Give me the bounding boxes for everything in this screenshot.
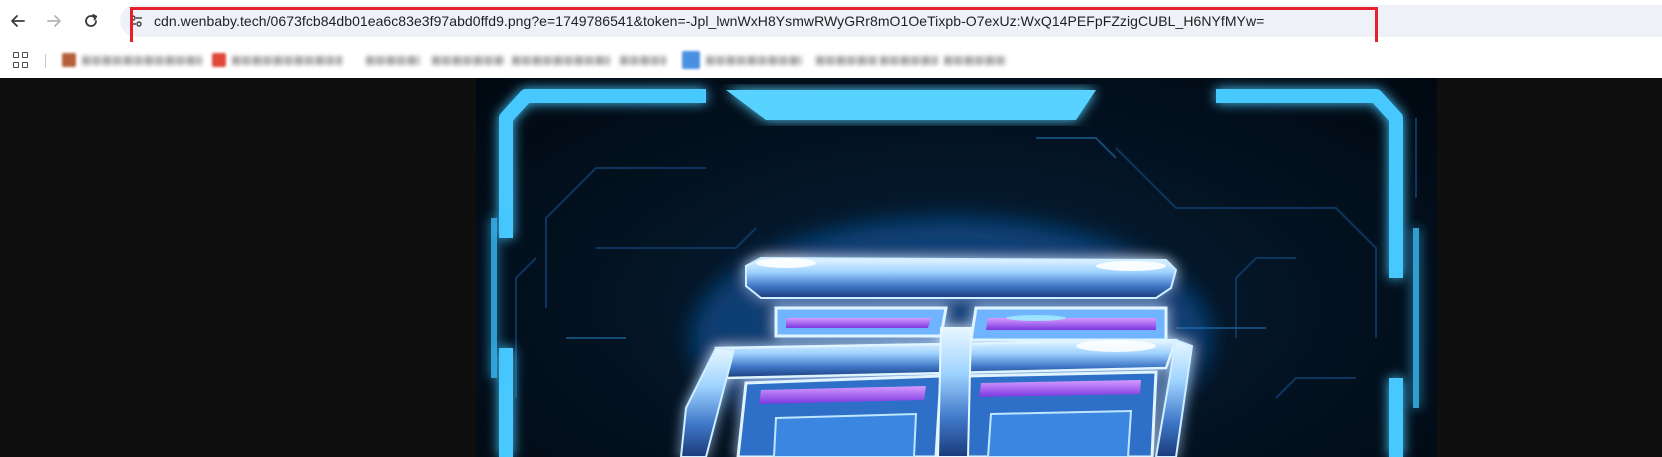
bookmark-item[interactable] bbox=[212, 53, 342, 67]
bookmark-item[interactable] bbox=[682, 51, 802, 69]
site-info-button[interactable] bbox=[128, 13, 144, 29]
bookmark-label-blurred bbox=[232, 55, 342, 65]
bookmark-item[interactable] bbox=[944, 53, 1006, 67]
bookmark-label-blurred bbox=[944, 55, 1006, 65]
bookmark-favicon-icon bbox=[62, 53, 76, 67]
bookmark-label-blurred bbox=[82, 55, 202, 65]
glowing-chinese-character-image bbox=[491, 89, 1419, 457]
bookmark-label-blurred bbox=[366, 55, 420, 65]
bookmark-item[interactable] bbox=[62, 53, 202, 67]
bookmark-item[interactable] bbox=[432, 53, 504, 67]
bookmark-item[interactable] bbox=[816, 53, 878, 67]
bookmark-label-blurred bbox=[816, 55, 878, 65]
url-text[interactable]: cdn.wenbaby.tech/0673fcb84db01ea6c83e3f9… bbox=[154, 13, 1264, 29]
bookmarks-separator bbox=[45, 54, 46, 68]
bookmark-label-blurred bbox=[432, 55, 504, 65]
bookmark-item[interactable] bbox=[366, 53, 420, 67]
address-bar[interactable]: cdn.wenbaby.tech/0673fcb84db01ea6c83e3f9… bbox=[120, 5, 1662, 37]
bookmark-item[interactable] bbox=[880, 53, 938, 67]
apps-grid-icon[interactable] bbox=[13, 52, 29, 68]
character-glyph bbox=[679, 218, 1211, 457]
arrow-right-icon bbox=[47, 15, 61, 27]
bookmark-label-blurred bbox=[880, 55, 938, 65]
forward-button[interactable] bbox=[42, 9, 66, 33]
bookmark-favicon-icon bbox=[682, 51, 700, 69]
bookmark-favicon-icon bbox=[212, 53, 226, 67]
arrow-left-icon bbox=[11, 15, 25, 27]
bookmark-item[interactable] bbox=[620, 53, 666, 67]
bookmark-label-blurred bbox=[512, 55, 610, 65]
neon-top-bar bbox=[726, 90, 1096, 120]
reload-icon bbox=[85, 14, 98, 27]
back-button[interactable] bbox=[6, 9, 30, 33]
bookmark-label-blurred bbox=[620, 55, 666, 65]
tune-icon bbox=[130, 15, 142, 27]
bookmarks-bar bbox=[0, 42, 1662, 78]
bookmark-label-blurred bbox=[706, 55, 802, 65]
reload-button[interactable] bbox=[79, 9, 103, 33]
bookmark-item[interactable] bbox=[512, 53, 610, 67]
displayed-image[interactable] bbox=[476, 78, 1437, 457]
image-viewer bbox=[0, 78, 1662, 457]
browser-toolbar: cdn.wenbaby.tech/0673fcb84db01ea6c83e3f9… bbox=[0, 0, 1662, 42]
